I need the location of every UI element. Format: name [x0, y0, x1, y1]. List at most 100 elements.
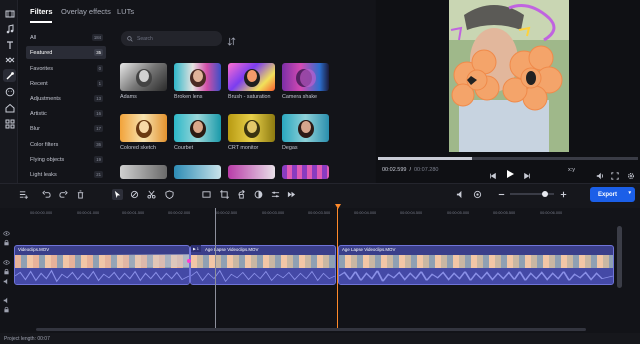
- import-icon[interactable]: [3, 7, 16, 20]
- lock-icon[interactable]: [3, 233, 11, 246]
- transition-marker[interactable]: ▶ 1: [191, 245, 201, 252]
- sort-icon[interactable]: [227, 33, 237, 46]
- text-icon[interactable]: [3, 38, 16, 51]
- clip-filmstrip: [191, 255, 335, 268]
- volume-icon[interactable]: [596, 167, 604, 180]
- filter-thumb-brush-saturation[interactable]: [228, 63, 275, 91]
- zoom-out-icon[interactable]: [496, 189, 507, 200]
- video-clip[interactable]: Age Lapse Videoclips.MOV: [190, 245, 336, 285]
- playhead-handle[interactable]: [335, 204, 341, 209]
- video-clip[interactable]: Age Lapse Videoclips.MOV: [338, 245, 614, 285]
- keyframe-marker[interactable]: [187, 259, 191, 263]
- adjust-sliders-icon[interactable]: [270, 189, 281, 200]
- settings-icon[interactable]: [627, 167, 635, 179]
- category-blur[interactable]: Blur 17: [26, 122, 106, 135]
- tool-sidebar: [0, 0, 18, 183]
- category-label: Flying objects: [30, 156, 65, 163]
- category-favorites[interactable]: Favorites 0: [26, 62, 106, 75]
- speed-icon[interactable]: [286, 189, 297, 200]
- horizontal-scrollbar[interactable]: [36, 328, 586, 331]
- tab-filters[interactable]: Filters: [30, 7, 53, 16]
- undo-icon[interactable]: [41, 189, 52, 200]
- ruler-tick: 00:00:00.000: [30, 211, 53, 215]
- filter-thumb-row3[interactable]: [282, 165, 329, 179]
- eye-icon[interactable]: [3, 224, 11, 236]
- category-adjustments[interactable]: Adjustments 13: [26, 92, 106, 105]
- category-flying-objects[interactable]: Flying objects 19: [26, 153, 106, 166]
- music-icon[interactable]: [3, 22, 16, 35]
- category-artistic[interactable]: Artistic 16: [26, 107, 106, 120]
- filter-label: Broken lens: [174, 94, 203, 100]
- category-label: Light leaks: [30, 171, 57, 178]
- color-adjust-icon[interactable]: [253, 189, 264, 200]
- category-count: 1: [96, 80, 103, 87]
- category-color-filters[interactable]: Color filters 36: [26, 138, 106, 151]
- transitions-icon[interactable]: [3, 53, 16, 66]
- more-tools-icon[interactable]: [3, 117, 16, 130]
- filters-icon[interactable]: [3, 69, 16, 82]
- category-recent[interactable]: Recent 1: [26, 77, 106, 90]
- category-label: Favorites: [30, 65, 54, 72]
- search-input[interactable]: Search: [121, 31, 222, 46]
- zoom-slider-handle[interactable]: [542, 191, 548, 197]
- filter-thumb-adams[interactable]: [120, 63, 167, 91]
- audio-icon[interactable]: [455, 189, 466, 200]
- lock-icon[interactable]: [3, 262, 11, 275]
- aspect-ratio-selector[interactable]: x:y: [568, 167, 575, 173]
- category-label: Color filters: [30, 141, 59, 148]
- category-count: 17: [94, 125, 103, 132]
- filter-thumb-colored-sketch[interactable]: [120, 114, 167, 142]
- category-light-leaks[interactable]: Light leaks 21: [26, 168, 106, 181]
- category-label: All: [30, 34, 37, 41]
- filter-thumb-row3[interactable]: [120, 165, 167, 179]
- timecode-current: 00:02.599: [382, 167, 407, 173]
- category-label: Recent: [30, 80, 48, 87]
- volume-icon[interactable]: [3, 291, 11, 304]
- step-back-icon[interactable]: [489, 167, 497, 180]
- zoom-in-icon[interactable]: [558, 189, 569, 200]
- filter-thumb-degas[interactable]: [282, 114, 329, 142]
- filter-thumb-courbet[interactable]: [174, 114, 221, 142]
- redo-icon[interactable]: [58, 189, 69, 200]
- ruler-tick: 00:00:05.000: [447, 211, 470, 215]
- filter-thumb-broken-lens[interactable]: [174, 63, 221, 91]
- eye-icon[interactable]: [3, 253, 11, 265]
- category-label: Artistic: [30, 110, 47, 117]
- screen-icon[interactable]: [201, 189, 212, 200]
- tab-overlay-effects[interactable]: Overlay effects: [61, 7, 111, 16]
- project-length: Project length: 00:07: [4, 335, 50, 342]
- category-label: Featured: [30, 49, 53, 56]
- filter-thumb-crt-monitor[interactable]: [228, 114, 275, 142]
- split-icon[interactable]: [146, 189, 157, 200]
- tab-luts[interactable]: LUTs: [117, 7, 134, 16]
- add-track-icon[interactable]: [18, 189, 29, 200]
- step-forward-icon[interactable]: [523, 167, 531, 180]
- lock-icon[interactable]: [3, 300, 11, 313]
- filter-label: Camera shake: [282, 94, 318, 100]
- volume-icon[interactable]: [3, 272, 11, 285]
- fullscreen-icon[interactable]: [611, 167, 619, 180]
- vertical-scrollbar[interactable]: [617, 226, 622, 288]
- filter-thumb-row3[interactable]: [228, 165, 275, 179]
- chevron-down-icon[interactable]: ▾: [628, 190, 631, 196]
- home-icon[interactable]: [3, 101, 16, 114]
- snap-icon[interactable]: [472, 189, 483, 200]
- crop-icon[interactable]: [219, 189, 230, 200]
- ripple-tool-icon[interactable]: [129, 189, 140, 200]
- delete-icon[interactable]: [75, 189, 86, 200]
- play-button[interactable]: [505, 166, 515, 178]
- rotate-icon[interactable]: [236, 189, 247, 200]
- export-button[interactable]: Export ▾: [590, 187, 635, 202]
- clip-waveform: [339, 268, 613, 284]
- stickers-icon[interactable]: [3, 85, 16, 98]
- select-tool-icon[interactable]: [112, 189, 123, 200]
- category-count: 0: [96, 65, 103, 72]
- category-all[interactable]: All 184: [26, 31, 106, 44]
- filter-thumb-camera-shake[interactable]: [282, 63, 329, 91]
- category-featured[interactable]: Featured 35: [26, 46, 106, 59]
- shield-icon[interactable]: [164, 189, 175, 200]
- playback-progress-track[interactable]: [378, 157, 638, 160]
- export-label: Export: [598, 191, 618, 198]
- filter-thumb-row3[interactable]: [174, 165, 221, 179]
- ruler-tick: 00:00:06.000: [540, 211, 563, 215]
